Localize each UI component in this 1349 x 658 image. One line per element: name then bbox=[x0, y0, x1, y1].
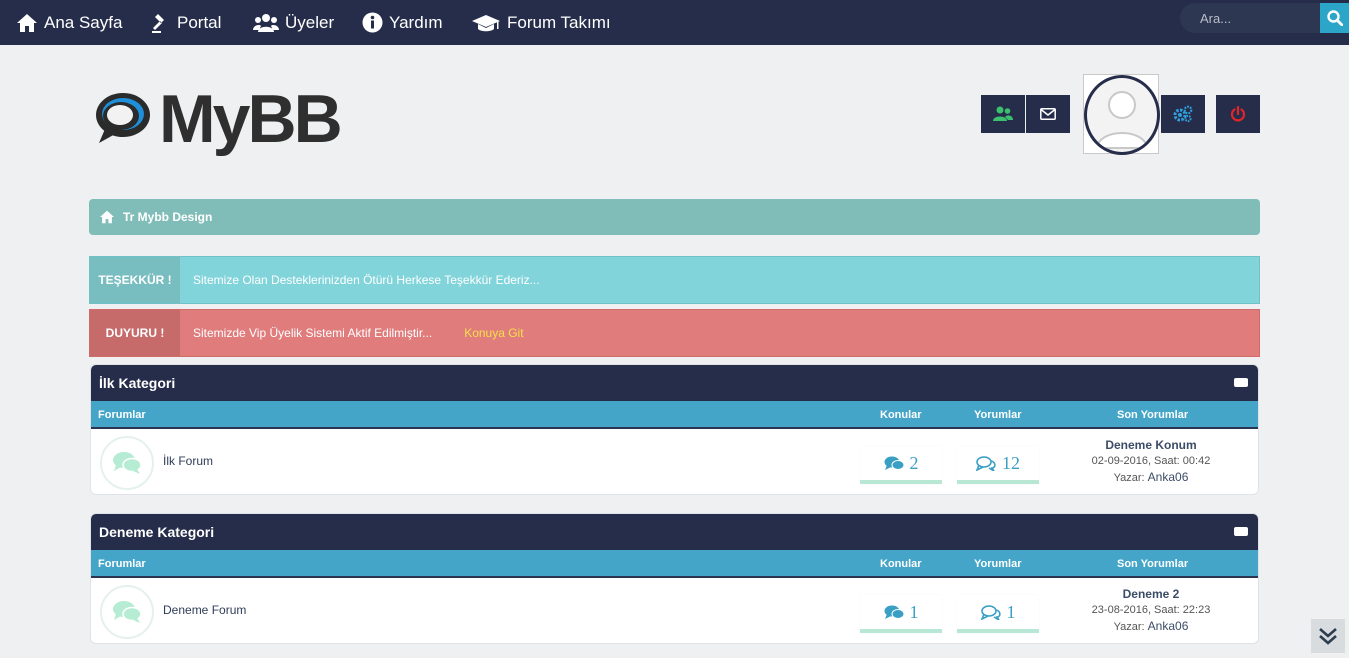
forum-row: İlk Forum 2 12 Deneme Konum 02-09-2016, … bbox=[91, 429, 1258, 493]
nav-portal[interactable]: Portal bbox=[149, 0, 221, 45]
topics-count-value: 1 bbox=[909, 601, 919, 622]
topics-count-value: 2 bbox=[909, 452, 919, 473]
announcement-link[interactable]: Konuya Git bbox=[464, 326, 523, 340]
last-post-author[interactable]: Anka06 bbox=[1148, 470, 1189, 484]
breadcrumb: Tr Mybb Design bbox=[89, 199, 1260, 235]
avatar[interactable] bbox=[1083, 74, 1160, 155]
power-icon bbox=[1230, 106, 1246, 122]
user-cp-button[interactable] bbox=[1161, 95, 1205, 133]
nav-portal-label: Portal bbox=[177, 12, 222, 32]
nav-members-label: Üyeler bbox=[285, 12, 335, 32]
announcement-notice-text: Sitemizde Vip Üyelik Sistemi Aktif Edilm… bbox=[193, 326, 433, 340]
comments-outline-icon bbox=[976, 455, 1002, 471]
col-replies: Yorumlar bbox=[974, 558, 1022, 570]
nav-home-label: Ana Sayfa bbox=[44, 12, 123, 32]
collapse-toggle-icon[interactable] bbox=[1234, 527, 1248, 536]
last-post-author[interactable]: Anka06 bbox=[1148, 619, 1189, 633]
col-forums: Forumlar bbox=[98, 558, 146, 570]
last-post-author-line: Yazar: Anka06 bbox=[1051, 469, 1251, 486]
col-last-posts: Son Yorumlar bbox=[1117, 409, 1189, 421]
category-title[interactable]: İlk Kategori bbox=[99, 375, 175, 391]
search-form bbox=[1180, 3, 1349, 33]
announcement-notice-label: DUYURU ! bbox=[90, 310, 180, 356]
envelope-icon bbox=[1040, 108, 1056, 120]
scroll-down-button[interactable] bbox=[1311, 619, 1345, 653]
gavel-icon bbox=[149, 12, 171, 34]
last-post-date: 23-08-2016, Saat: 22:23 bbox=[1091, 604, 1211, 616]
search-button[interactable] bbox=[1320, 3, 1349, 33]
graduation-cap-icon bbox=[471, 12, 501, 34]
column-headers: Forumlar Konular Yorumlar Son Yorumlar bbox=[91, 401, 1258, 429]
nav-members[interactable]: Üyeler bbox=[253, 0, 334, 45]
last-post-date: 02-09-2016, Saat: 00:42 bbox=[1091, 455, 1211, 467]
category-block: Deneme Kategori Forumlar Konular Yorumla… bbox=[90, 513, 1259, 644]
avatar-frame bbox=[1084, 75, 1160, 155]
top-navbar: Ana Sayfa Portal Üyeler Yardım Forum Tak… bbox=[0, 0, 1349, 45]
logout-button[interactable] bbox=[1216, 95, 1260, 133]
last-post: Deneme Konum 02-09-2016, Saat: 00:42 Yaz… bbox=[1051, 437, 1251, 486]
double-chevron-down-icon bbox=[1317, 625, 1339, 647]
topics-count: 1 bbox=[860, 595, 942, 633]
private-messages-button[interactable] bbox=[1026, 95, 1070, 133]
gears-icon bbox=[1173, 105, 1193, 123]
home-icon bbox=[99, 210, 115, 224]
users-icon bbox=[253, 12, 279, 34]
forum-status-icon bbox=[100, 436, 154, 490]
users-icon bbox=[993, 106, 1013, 122]
category-header: Deneme Kategori bbox=[91, 514, 1258, 550]
col-topics: Konular bbox=[880, 558, 922, 570]
thanks-notice: TEŞEKKÜR ! Sitemize Olan Desteklerinizde… bbox=[89, 256, 1260, 304]
category-header: İlk Kategori bbox=[91, 365, 1258, 401]
breadcrumb-home-link[interactable]: Tr Mybb Design bbox=[123, 210, 212, 224]
comments-icon bbox=[884, 605, 910, 620]
nav-help-label: Yardım bbox=[389, 12, 443, 32]
replies-count-value: 1 bbox=[1006, 601, 1016, 622]
user-silhouette-icon bbox=[1095, 91, 1149, 149]
col-last-posts: Son Yorumlar bbox=[1117, 558, 1189, 570]
col-forums: Forumlar bbox=[98, 409, 146, 421]
replies-count: 12 bbox=[957, 446, 1039, 484]
col-replies: Yorumlar bbox=[974, 409, 1022, 421]
announcement-notice: DUYURU ! Sitemizde Vip Üyelik Sistemi Ak… bbox=[89, 309, 1260, 357]
nav-help[interactable]: Yardım bbox=[361, 0, 443, 45]
thanks-notice-label: TEŞEKKÜR ! bbox=[90, 257, 180, 303]
buddy-list-button[interactable] bbox=[981, 95, 1025, 133]
thanks-notice-text: Sitemize Olan Desteklerinizden Ötürü Her… bbox=[193, 273, 540, 287]
nav-team[interactable]: Forum Takımı bbox=[471, 0, 611, 45]
speech-bubble-logo-icon bbox=[93, 89, 153, 149]
topics-count: 2 bbox=[860, 446, 942, 484]
category-block: İlk Kategori Forumlar Konular Yorumlar S… bbox=[90, 364, 1259, 495]
logo-text: MyBB bbox=[159, 81, 343, 157]
nav-home[interactable]: Ana Sayfa bbox=[16, 0, 122, 45]
nav-team-label: Forum Takımı bbox=[507, 12, 611, 32]
col-topics: Konular bbox=[880, 409, 922, 421]
home-icon bbox=[16, 12, 38, 34]
collapse-toggle-icon[interactable] bbox=[1234, 378, 1248, 387]
forum-link[interactable]: İlk Forum bbox=[163, 454, 213, 468]
site-logo[interactable]: MyBB bbox=[93, 82, 343, 156]
replies-count: 1 bbox=[957, 595, 1039, 633]
last-post-title[interactable]: Deneme Konum bbox=[1051, 437, 1251, 453]
last-post: Deneme 2 23-08-2016, Saat: 22:23 Yazar: … bbox=[1051, 586, 1251, 635]
forum-status-icon bbox=[100, 585, 154, 639]
last-post-author-prefix: Yazar: bbox=[1113, 621, 1145, 633]
replies-count-value: 12 bbox=[1002, 452, 1020, 473]
forum-link[interactable]: Deneme Forum bbox=[163, 603, 246, 617]
search-input[interactable] bbox=[1180, 3, 1320, 33]
last-post-title[interactable]: Deneme 2 bbox=[1051, 586, 1251, 602]
column-headers: Forumlar Konular Yorumlar Son Yorumlar bbox=[91, 550, 1258, 578]
info-icon bbox=[361, 12, 383, 34]
forum-row: Deneme Forum 1 1 Deneme 2 23-08-2016, Sa… bbox=[91, 578, 1258, 642]
last-post-author-line: Yazar: Anka06 bbox=[1051, 618, 1251, 635]
comments-icon bbox=[884, 456, 910, 471]
search-icon bbox=[1326, 10, 1343, 26]
category-title[interactable]: Deneme Kategori bbox=[99, 524, 214, 540]
comments-outline-icon bbox=[980, 604, 1007, 620]
last-post-author-prefix: Yazar: bbox=[1113, 472, 1145, 484]
